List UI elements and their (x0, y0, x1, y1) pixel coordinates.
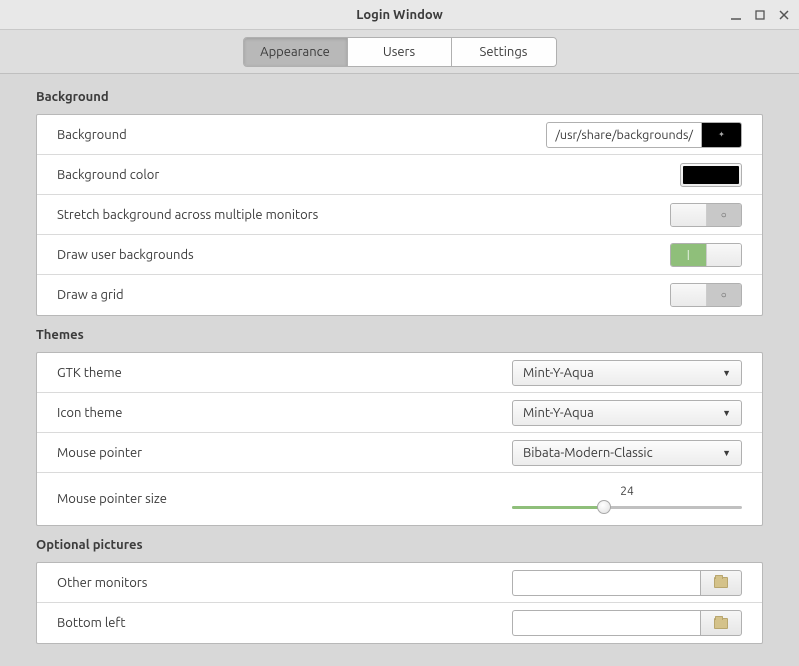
background-row: Background /usr/share/backgrounds/ (37, 115, 762, 155)
mouse-pointer-row: Mouse pointer Bibata-Modern-Classic ▼ (37, 433, 762, 473)
mouse-pointer-dropdown[interactable]: Bibata-Modern-Classic ▼ (512, 440, 742, 466)
background-label: Background (57, 128, 127, 142)
maximize-button[interactable] (753, 8, 767, 22)
mouse-pointer-size-slider[interactable] (512, 500, 742, 514)
mouse-pointer-size-control: 24 (512, 485, 742, 514)
bottom-left-row: Bottom left (37, 603, 762, 643)
stretch-row: Stretch background across multiple monit… (37, 195, 762, 235)
draw-user-bg-label: Draw user backgrounds (57, 248, 194, 262)
bottom-left-input[interactable] (512, 610, 700, 636)
optional-pictures-section: Other monitors Bottom left (36, 562, 763, 644)
tab-users[interactable]: Users (348, 38, 452, 66)
draw-user-bg-switch[interactable]: | (670, 243, 742, 267)
background-path-text: /usr/share/backgrounds/ (547, 123, 701, 147)
minimize-button[interactable] (729, 8, 743, 22)
bottom-left-chooser (512, 610, 742, 636)
tab-settings[interactable]: Settings (452, 38, 556, 66)
mouse-pointer-value: Bibata-Modern-Classic (523, 446, 653, 460)
window-controls (729, 8, 791, 22)
gtk-theme-dropdown[interactable]: Mint-Y-Aqua ▼ (512, 360, 742, 386)
icon-theme-label: Icon theme (57, 406, 122, 420)
background-color-label: Background color (57, 168, 159, 182)
optional-pictures-section-header: Optional pictures (36, 538, 763, 552)
chevron-down-icon: ▼ (722, 408, 731, 418)
gtk-theme-label: GTK theme (57, 366, 122, 380)
background-section: Background /usr/share/backgrounds/ Backg… (36, 114, 763, 316)
chevron-down-icon: ▼ (722, 368, 731, 378)
other-monitors-chooser (512, 570, 742, 596)
mouse-pointer-label: Mouse pointer (57, 446, 142, 460)
gtk-theme-value: Mint-Y-Aqua (523, 366, 594, 380)
bottom-left-label: Bottom left (57, 616, 126, 630)
stretch-switch[interactable]: ○ (670, 203, 742, 227)
folder-icon (714, 577, 728, 588)
other-monitors-input[interactable] (512, 570, 700, 596)
themes-section: GTK theme Mint-Y-Aqua ▼ Icon theme Mint-… (36, 352, 763, 526)
toolbar: Appearance Users Settings (0, 30, 799, 74)
draw-grid-row: Draw a grid ○ (37, 275, 762, 315)
icon-theme-row: Icon theme Mint-Y-Aqua ▼ (37, 393, 762, 433)
icon-theme-dropdown[interactable]: Mint-Y-Aqua ▼ (512, 400, 742, 426)
chevron-down-icon: ▼ (722, 448, 731, 458)
background-color-swatch (683, 166, 739, 184)
draw-user-bg-row: Draw user backgrounds | (37, 235, 762, 275)
background-chooser[interactable]: /usr/share/backgrounds/ (546, 122, 742, 148)
draw-grid-label: Draw a grid (57, 288, 124, 302)
bottom-left-browse-button[interactable] (700, 610, 742, 636)
mouse-pointer-size-row: Mouse pointer size 24 (37, 473, 762, 525)
stretch-label: Stretch background across multiple monit… (57, 208, 318, 222)
icon-theme-value: Mint-Y-Aqua (523, 406, 594, 420)
background-thumbnail (701, 123, 741, 147)
background-color-row: Background color (37, 155, 762, 195)
other-monitors-browse-button[interactable] (700, 570, 742, 596)
background-color-picker[interactable] (680, 163, 742, 187)
other-monitors-label: Other monitors (57, 576, 147, 590)
titlebar: Login Window (0, 0, 799, 30)
themes-section-header: Themes (36, 328, 763, 342)
tab-appearance[interactable]: Appearance (244, 38, 348, 66)
mouse-pointer-size-label: Mouse pointer size (57, 492, 167, 506)
content-area: Background Background /usr/share/backgro… (0, 74, 799, 660)
other-monitors-row: Other monitors (37, 563, 762, 603)
gtk-theme-row: GTK theme Mint-Y-Aqua ▼ (37, 353, 762, 393)
draw-grid-switch[interactable]: ○ (670, 283, 742, 307)
background-section-header: Background (36, 90, 763, 104)
close-button[interactable] (777, 8, 791, 22)
window-title: Login Window (356, 8, 443, 22)
folder-icon (714, 618, 728, 629)
tab-bar: Appearance Users Settings (243, 37, 557, 67)
mouse-pointer-size-value: 24 (620, 485, 634, 498)
